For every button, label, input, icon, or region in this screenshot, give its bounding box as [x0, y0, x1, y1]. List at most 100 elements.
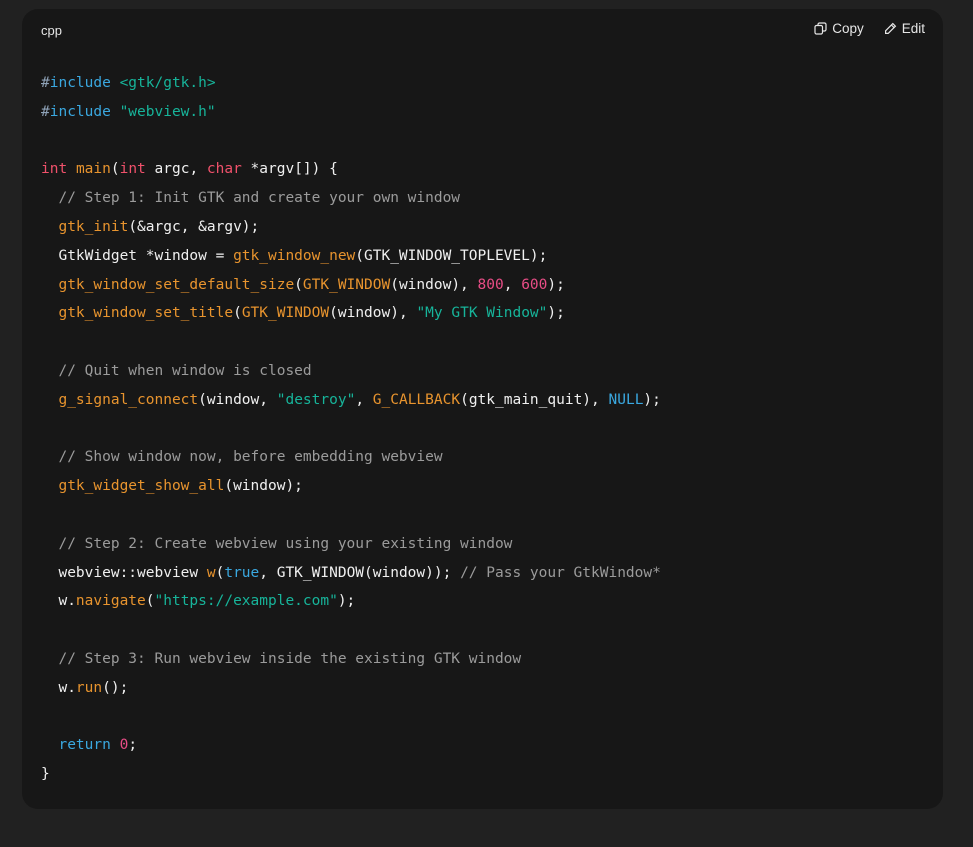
code-token: navigate — [75, 593, 146, 610]
code-token: "destroy" — [276, 391, 356, 408]
code-line: } — [41, 760, 924, 789]
code-token: int — [41, 161, 68, 178]
language-label: cpp — [41, 23, 62, 38]
code-token: ( — [145, 593, 155, 610]
code-line: gtk_window_set_title(GTK_WINDOW(window),… — [41, 299, 924, 328]
code-block-header: cpp Copy Edit — [22, 9, 943, 53]
code-token: GtkWidget *window = — [41, 247, 234, 264]
code-token: g_signal_connect — [58, 391, 199, 408]
code-token: run — [75, 679, 103, 696]
code-token: ); — [643, 391, 661, 408]
code-line: w.run(); — [41, 674, 924, 703]
code-line: w.navigate("https://example.com"); — [41, 587, 924, 616]
edit-label: Edit — [901, 21, 925, 36]
code-token: // Step 3: Run webview inside the existi… — [58, 650, 522, 667]
code-line: // Step 1: Init GTK and create your own … — [41, 184, 924, 213]
code-token: gtk_window_set_title — [58, 305, 234, 322]
code-token: main — [75, 161, 111, 178]
code-token: w. — [41, 593, 76, 610]
code-token: ; — [128, 737, 138, 754]
code-token: (); — [102, 679, 129, 696]
code-token: ( — [233, 305, 242, 322]
code-area[interactable]: #include <gtk/gtk.h> #include "webview.h"… — [41, 69, 924, 789]
code-token: ); — [547, 305, 565, 322]
code-token: (window), — [390, 276, 478, 293]
code-line: // Step 2: Create webview using your exi… — [41, 530, 924, 559]
code-token: // Step 2: Create webview using your exi… — [58, 535, 513, 552]
code-token: // Quit when window is closed — [58, 362, 312, 379]
code-token: (window, — [198, 391, 277, 408]
code-token: <gtk/gtk.h> — [119, 75, 216, 91]
code-token: gtk_window_new — [233, 247, 356, 264]
code-token: argc, — [145, 161, 207, 178]
code-token: webview::webview — [41, 564, 207, 581]
code-token: (&argc, &argv); — [128, 218, 260, 235]
code-token: 800 — [477, 276, 504, 293]
code-token: NULL — [608, 391, 644, 408]
code-line: gtk_widget_show_all(window); — [41, 472, 924, 501]
code-token: (gtk_main_quit), — [460, 391, 609, 408]
code-actions: Copy Edit — [814, 21, 925, 36]
code-token: ); — [337, 593, 356, 610]
code-line: // Step 3: Run webview inside the existi… — [41, 645, 924, 674]
pencil-icon — [884, 22, 897, 35]
code-token: ); — [547, 276, 565, 293]
code-token: ( — [110, 161, 120, 178]
code-token: // Step 1: Init GTK and create your own … — [58, 190, 461, 207]
code-token: (window), — [329, 305, 417, 322]
edit-button[interactable]: Edit — [884, 21, 925, 36]
code-token: "https://example.com" — [154, 593, 338, 610]
code-line: return 0; — [41, 731, 924, 760]
code-token: gtk_widget_show_all — [58, 478, 225, 495]
code-line: GtkWidget *window = gtk_window_new(GTK_W… — [41, 242, 924, 271]
code-token: , GTK_WINDOW(window)); — [259, 564, 461, 581]
code-token: , — [355, 391, 373, 408]
copy-button[interactable]: Copy — [814, 21, 864, 36]
code-content: #include <gtk/gtk.h> #include "webview.h"… — [41, 69, 924, 789]
code-token: , — [503, 276, 522, 293]
code-token: gtk_window_set_default_size — [58, 276, 295, 293]
code-line: gtk_window_set_default_size(GTK_WINDOW(w… — [41, 271, 924, 300]
code-token: # — [41, 75, 50, 91]
code-line: int main(int argc, char *argv[]) { — [41, 155, 924, 184]
code-line: g_signal_connect(window, "destroy", G_CA… — [41, 386, 924, 415]
copy-icon — [814, 22, 827, 35]
code-token: "webview.h" — [119, 103, 216, 120]
code-token: "My GTK Window" — [416, 305, 548, 322]
code-token: true — [224, 564, 260, 581]
code-token: w — [206, 564, 216, 581]
code-token: return — [58, 737, 111, 754]
code-line: #include "webview.h" — [41, 98, 924, 127]
code-token: *argv[]) { — [241, 161, 338, 178]
code-token: w. — [41, 679, 76, 696]
code-line: // Show window now, before embedding web… — [41, 443, 924, 472]
code-token: GTK_WINDOW — [241, 305, 330, 322]
code-token: G_CALLBACK — [372, 391, 461, 408]
code-token: ( — [294, 276, 303, 293]
code-line: // Quit when window is closed — [41, 357, 924, 386]
code-token: int — [119, 161, 146, 178]
code-line: gtk_init(&argc, &argv); — [41, 213, 924, 242]
code-token: GTK_WINDOW — [302, 276, 391, 293]
code-token: } — [41, 766, 50, 783]
